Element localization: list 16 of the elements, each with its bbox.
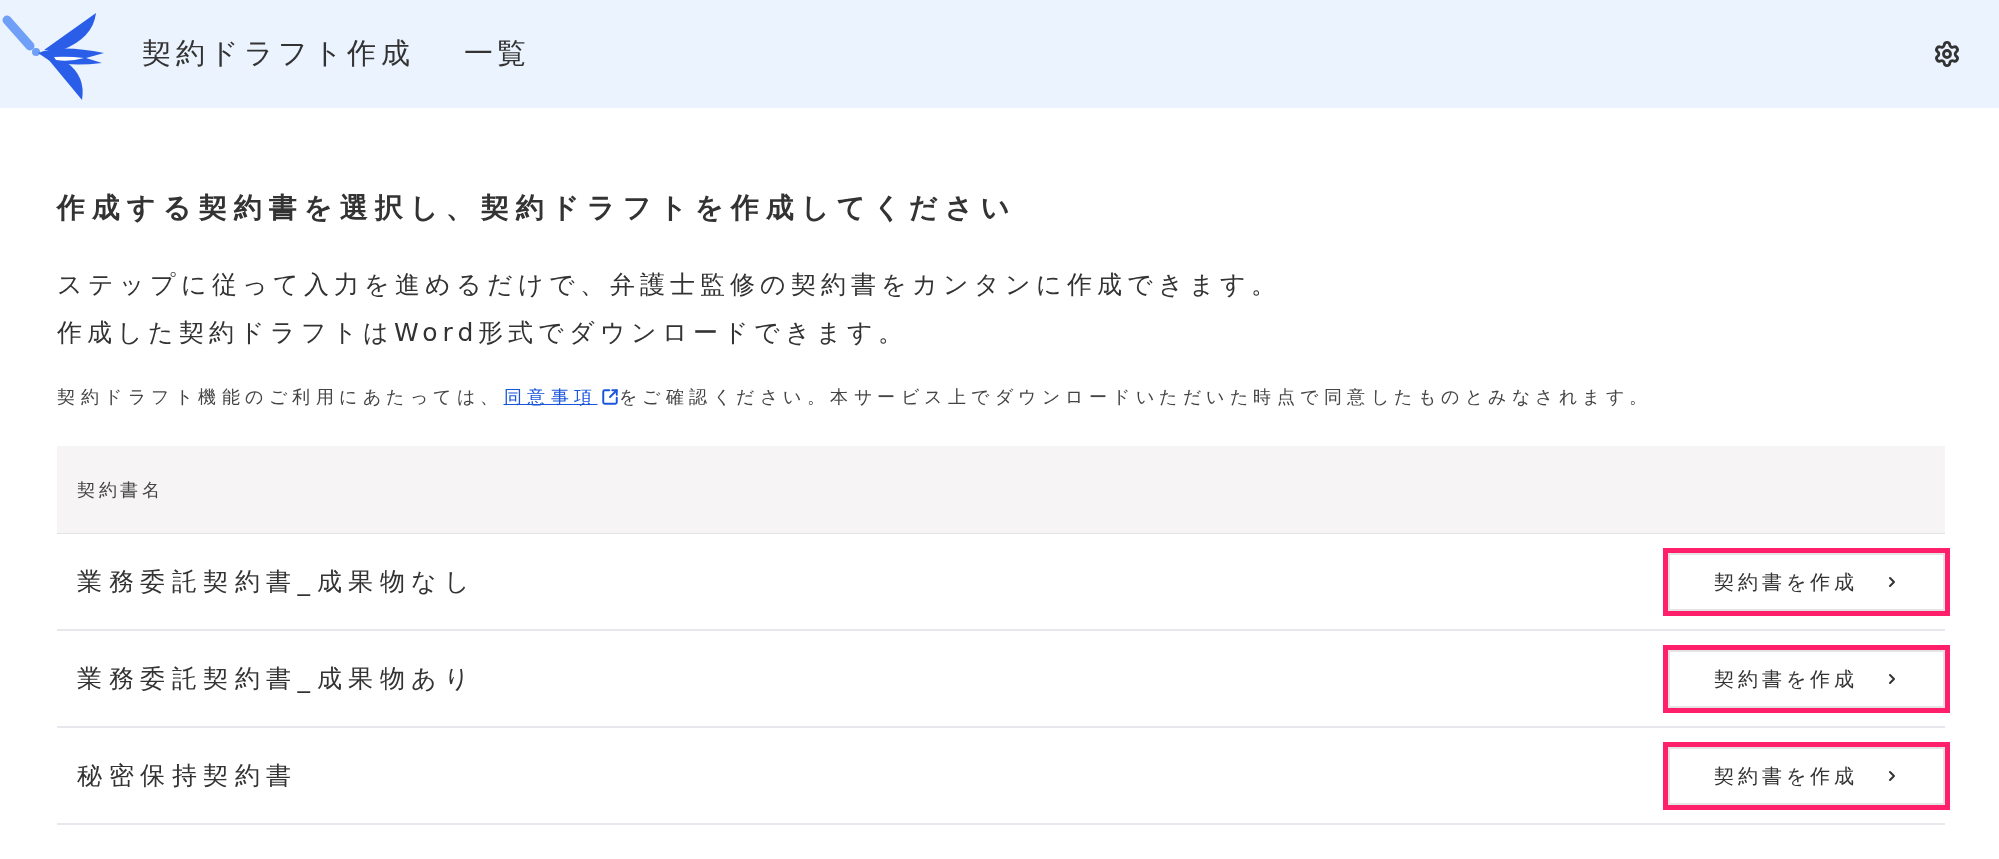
create-contract-button[interactable]: 契約書を作成: [1663, 741, 1950, 810]
page-subtitle: 一覧: [464, 35, 530, 73]
agreement-link[interactable]: 同意事項: [503, 385, 619, 409]
column-header: 契約書名: [77, 478, 163, 502]
create-contract-button[interactable]: 契約書を作成: [1663, 547, 1950, 616]
description-text: ステップに従って入力を進めるだけで、弁護士監修の契約書をカンタンに作成できます。: [57, 269, 1281, 301]
notice-text: 契約ドラフト機能のご利用にあたっては、同意事項 をご確認ください。本サービス上でダウンロードいただいた時点で同意したものとみなされます。: [57, 385, 1653, 409]
create-contract-button[interactable]: 契約書を作成: [1663, 644, 1950, 713]
contract-name: 業務委託契約書_成果物なし: [77, 565, 476, 598]
page-heading: 作成する契約書を選択し、契約ドラフトを作成してください: [57, 190, 1017, 226]
app-title: 契約ドラフト作成: [142, 35, 414, 73]
description-text: 作成した契約ドラフトはWord形式でダウンロードできます。: [57, 317, 909, 349]
contract-name: 秘密保持契約書: [77, 759, 298, 792]
contract-name: 業務委託契約書_成果物あり: [77, 662, 476, 695]
external-link-icon: [600, 388, 619, 406]
settings-icon[interactable]: [1933, 40, 1961, 68]
